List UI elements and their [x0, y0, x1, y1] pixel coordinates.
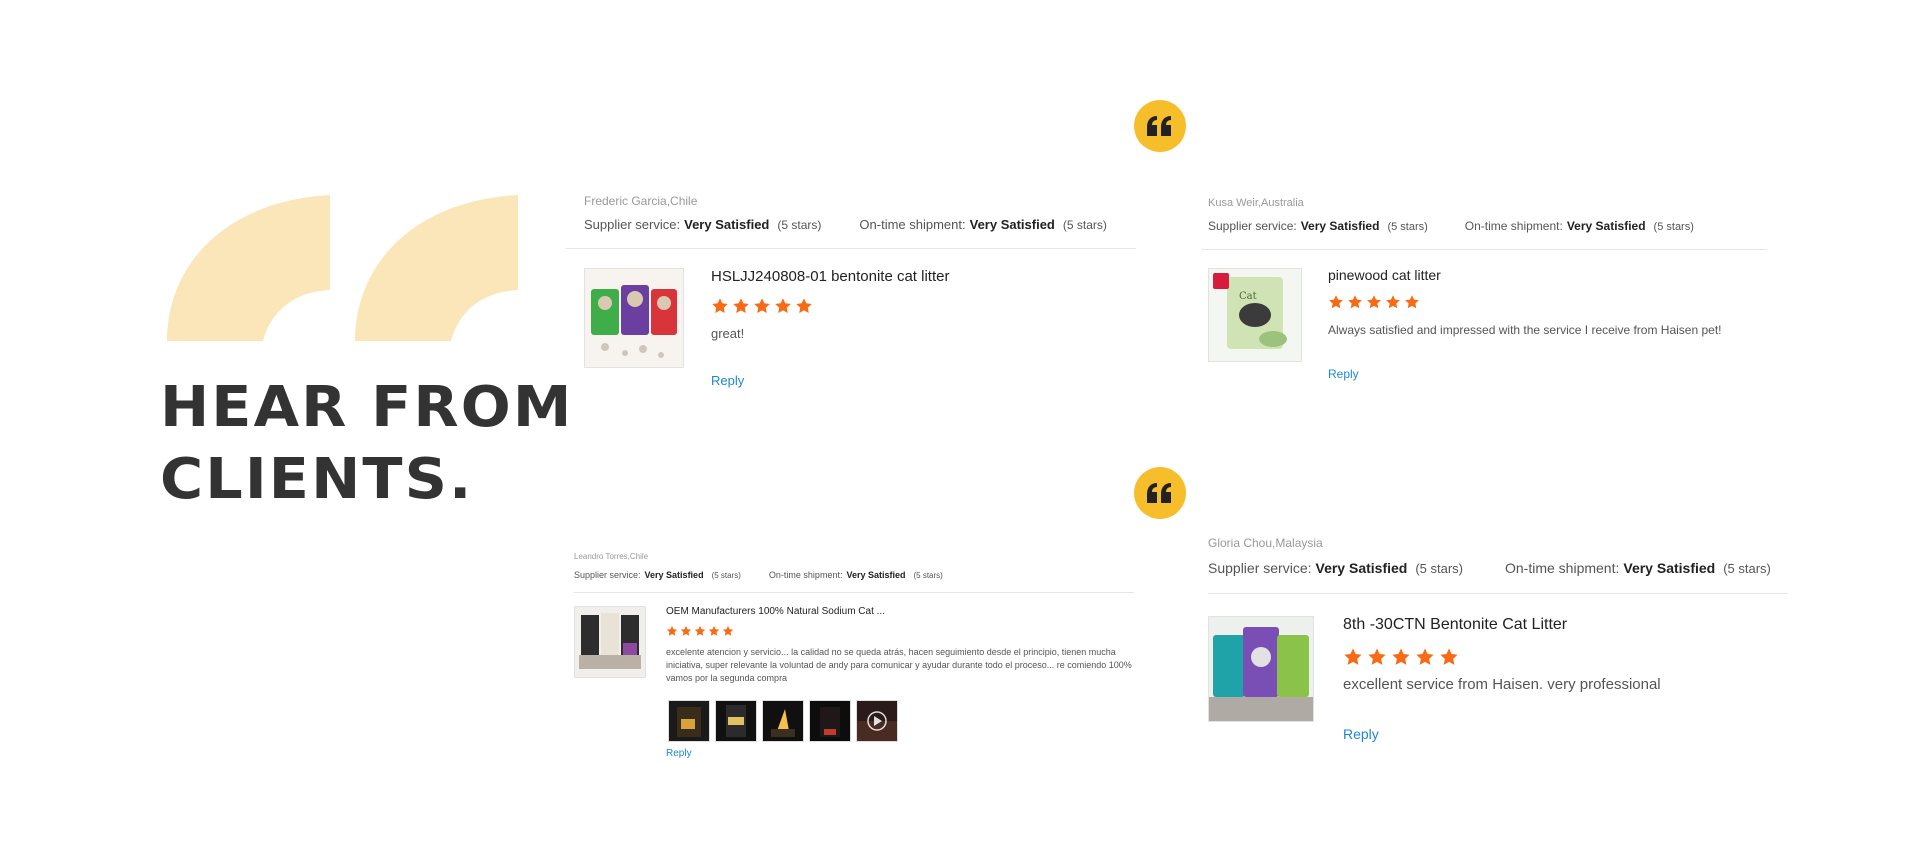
reply-link[interactable]: Reply	[666, 748, 692, 759]
star-icon	[708, 625, 720, 636]
review-card-2: Kusa Weir,Australia Supplier service: Ve…	[1202, 195, 1798, 415]
review-comment: great!	[711, 326, 745, 341]
review-photo-4[interactable]	[809, 700, 851, 742]
product-title[interactable]: OEM Manufacturers 100% Natural Sodium Ca…	[666, 606, 885, 617]
product-image[interactable]	[574, 606, 646, 678]
shipment-value: Very Satisfied	[1566, 219, 1646, 233]
reply-link[interactable]: Reply	[1343, 726, 1379, 742]
quote-icon	[1147, 116, 1171, 136]
reply-link[interactable]: Reply	[1328, 367, 1359, 381]
star-icon	[722, 625, 734, 636]
review-card-3: Leandro Torres,Chile Supplier service: V…	[574, 550, 1144, 780]
product-image[interactable]	[1208, 616, 1314, 722]
review-comment: excellent service from Haisen. very prof…	[1343, 676, 1661, 693]
quote-icon	[1147, 483, 1171, 503]
star-rating	[1328, 294, 1420, 310]
shipment-label: On-time shipment:	[1464, 219, 1563, 233]
star-rating	[1343, 647, 1459, 667]
heading-line-2: CLIENTS.	[160, 447, 474, 512]
star-icon	[733, 298, 749, 314]
product-image[interactable]	[584, 268, 684, 368]
supplier-service-label: Supplier service:	[574, 570, 641, 580]
shipment-label: On-time shipment:	[1505, 560, 1620, 576]
product-image[interactable]: Cat	[1208, 268, 1302, 362]
star-icon	[775, 298, 791, 314]
reply-link[interactable]: Reply	[711, 373, 744, 388]
divider	[1208, 593, 1788, 594]
star-icon	[680, 625, 692, 636]
star-rating	[666, 625, 734, 637]
reviewer-name: Gloria Chou,Malaysia	[1208, 536, 1323, 550]
supplier-service-value: Very Satisfied	[1315, 560, 1408, 576]
reviewer-name: Kusa Weir,Australia	[1208, 197, 1304, 209]
shipment-stars: (5 stars)	[913, 571, 943, 580]
quote-badge-top	[1134, 100, 1186, 152]
shipment-value: Very Satisfied	[969, 217, 1055, 232]
divider	[1202, 249, 1767, 250]
supplier-service-value: Very Satisfied	[644, 570, 704, 580]
star-icon	[1416, 648, 1434, 665]
ratings-row: Supplier service: Very Satisfied (5 star…	[574, 570, 943, 580]
divider	[574, 592, 1134, 593]
star-icon	[796, 298, 812, 314]
reviewer-name: Frederic Garcia,Chile	[584, 194, 698, 208]
ratings-row: Supplier service: Very Satisfied (5 star…	[1208, 560, 1771, 576]
shipment-label: On-time shipment:	[859, 217, 966, 232]
reviewer-name: Leandro Torres,Chile	[574, 552, 649, 561]
review-card-4: Gloria Chou,Malaysia Supplier service: V…	[1208, 530, 1808, 780]
review-photo-1[interactable]	[668, 700, 710, 742]
supplier-service-label: Supplier service:	[1208, 560, 1312, 576]
star-icon	[1386, 295, 1400, 309]
product-title[interactable]: HSLJJ240808-01 bentonite cat litter	[711, 268, 949, 285]
shipment-stars: (5 stars)	[1723, 561, 1771, 576]
review-card-1: Frederic Garcia,Chile Supplier service: …	[566, 190, 1136, 410]
star-icon	[1348, 295, 1362, 309]
section-heading: HEAR FROM CLIENTS.	[160, 372, 573, 516]
star-icon	[712, 298, 728, 314]
supplier-service-stars: (5 stars)	[777, 218, 822, 232]
star-icon	[1329, 295, 1343, 309]
supplier-service-stars: (5 stars)	[1387, 221, 1428, 233]
star-icon	[1392, 648, 1410, 665]
ratings-row: Supplier service: Very Satisfied (5 star…	[584, 217, 1107, 232]
supplier-service-label: Supplier service:	[584, 217, 681, 232]
review-photo-2[interactable]	[715, 700, 757, 742]
star-icon	[1367, 295, 1381, 309]
review-photo-3[interactable]	[762, 700, 804, 742]
product-title[interactable]: pinewood cat litter	[1328, 267, 1441, 283]
quote-badge-bottom	[1134, 467, 1186, 519]
shipment-value: Very Satisfied	[846, 570, 906, 580]
supplier-service-stars: (5 stars)	[711, 571, 741, 580]
star-icon	[1344, 648, 1362, 665]
shipment-stars: (5 stars)	[1062, 218, 1107, 232]
divider	[566, 248, 1136, 249]
svg-text:Cat: Cat	[1239, 291, 1257, 302]
supplier-service-value: Very Satisfied	[684, 217, 770, 232]
star-rating	[711, 297, 813, 315]
review-comment: excelente atencion y servicio... la cali…	[666, 647, 1132, 683]
star-icon	[694, 625, 706, 636]
supplier-service-label: Supplier service:	[1208, 219, 1297, 233]
product-title[interactable]: 8th -30CTN Bentonite Cat Litter	[1343, 616, 1567, 634]
ratings-row: Supplier service: Very Satisfied (5 star…	[1208, 219, 1694, 233]
star-icon	[1440, 648, 1458, 665]
star-icon	[754, 298, 770, 314]
decorative-quote-icon	[165, 195, 525, 341]
review-video[interactable]	[856, 700, 898, 742]
supplier-service-stars: (5 stars)	[1415, 561, 1463, 576]
review-comment: Always satisfied and impressed with the …	[1328, 323, 1722, 337]
shipment-stars: (5 stars)	[1653, 221, 1694, 233]
star-icon	[1405, 295, 1419, 309]
heading-line-1: HEAR FROM	[160, 375, 574, 440]
star-icon	[666, 625, 678, 636]
star-icon	[1368, 648, 1386, 665]
shipment-label: On-time shipment:	[768, 570, 843, 580]
supplier-service-value: Very Satisfied	[1300, 219, 1380, 233]
shipment-value: Very Satisfied	[1623, 560, 1716, 576]
